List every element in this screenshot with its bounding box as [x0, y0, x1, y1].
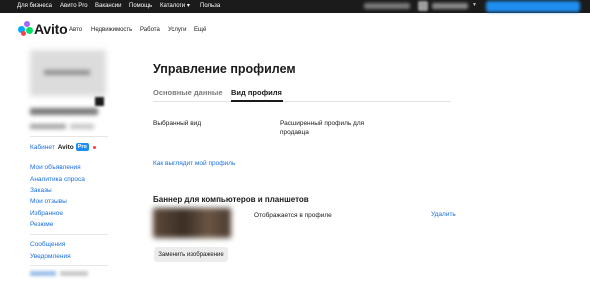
- pro-badge: Pro: [75, 143, 89, 151]
- page-title: Управление профилем: [153, 62, 296, 76]
- avito-logo-icon: [17, 21, 33, 37]
- sidebar-item-orders[interactable]: Заказы: [30, 187, 52, 195]
- sidebar-item-my-reviews[interactable]: Мои отзывы: [30, 198, 67, 206]
- topbar-link-help[interactable]: Помощь: [129, 2, 152, 10]
- notification-dot: [92, 145, 96, 149]
- avito-logo-text: Avito: [34, 21, 68, 37]
- subnav-auto[interactable]: Авто: [69, 27, 82, 33]
- sidebar-item-favorites[interactable]: Избранное: [30, 210, 63, 218]
- cabinet-label: Кабинет: [30, 143, 55, 151]
- active-tab-indicator: [231, 100, 283, 102]
- topbar-link-vacancies[interactable]: Вакансии: [95, 2, 121, 10]
- delete-banner-link[interactable]: Удалить: [431, 211, 456, 219]
- top-navigation-bar: Для бизнеса Авито Pro Вакансии Помощь Ка…: [0, 0, 590, 13]
- profile-badge: [95, 97, 104, 106]
- chevron-down-icon[interactable]: ▼: [472, 2, 477, 8]
- profile-name[interactable]: [30, 108, 98, 115]
- subnav-real-estate[interactable]: Недвижимость: [91, 27, 132, 33]
- cabinet-brand: Avito: [57, 143, 74, 151]
- sidebar-item-my-ads[interactable]: Мои объявления: [30, 164, 81, 172]
- replace-image-button[interactable]: Заменить изображение: [154, 247, 228, 262]
- subnav-services[interactable]: Услуги: [168, 27, 186, 33]
- banner-image: [153, 208, 231, 238]
- topbar-link-avito-pro[interactable]: Авито Pro: [60, 2, 88, 10]
- tabs-divider: [153, 101, 451, 102]
- sidebar-item-cabinet-pro[interactable]: Кабинет Avito Pro: [30, 143, 96, 151]
- topbar-profile-name[interactable]: [432, 3, 468, 9]
- sidebar-bottom-meta: [60, 271, 88, 276]
- sidebar-item-demand-analytics[interactable]: Аналитика спроса: [30, 176, 85, 184]
- subnav-more[interactable]: Ещё: [194, 27, 206, 33]
- tab-profile-view[interactable]: Вид профиля: [231, 88, 282, 97]
- banner-status: Отображается в профиле: [254, 212, 332, 219]
- profile-meta-secondary: [70, 124, 94, 129]
- profile-preview-link[interactable]: Как выглядит мой профиль: [153, 160, 235, 168]
- sidebar-item-resume[interactable]: Резюме: [30, 221, 53, 229]
- sidebar-divider: [30, 136, 108, 137]
- profile-meta: [30, 124, 66, 129]
- topbar-link-benefit[interactable]: Польза: [200, 2, 220, 10]
- topbar-avatar[interactable]: [418, 1, 428, 11]
- tab-basic-data[interactable]: Основные данные: [153, 88, 223, 97]
- topbar-user-name[interactable]: [364, 3, 410, 9]
- sidebar-divider: [30, 234, 108, 235]
- post-ad-button[interactable]: [486, 1, 580, 12]
- banner-section-title: Баннер для компьютеров и планшетов: [153, 195, 309, 204]
- sidebar-divider: [30, 265, 108, 266]
- sidebar-item-messages[interactable]: Сообщения: [30, 241, 65, 249]
- avito-logo[interactable]: Avito: [17, 21, 68, 37]
- topbar-link-business[interactable]: Для бизнеса: [17, 2, 52, 10]
- selected-view-value: Расширенный профиль для продавца: [280, 120, 365, 136]
- topbar-link-catalogs[interactable]: Каталоги ▾: [160, 2, 190, 10]
- subnav-jobs[interactable]: Работа: [140, 27, 160, 33]
- selected-view-label: Выбранный вид: [153, 120, 202, 127]
- sidebar-bottom-link[interactable]: [30, 271, 56, 276]
- profile-avatar-label: [44, 70, 90, 75]
- sidebar-item-notifications[interactable]: Уведомления: [30, 253, 71, 261]
